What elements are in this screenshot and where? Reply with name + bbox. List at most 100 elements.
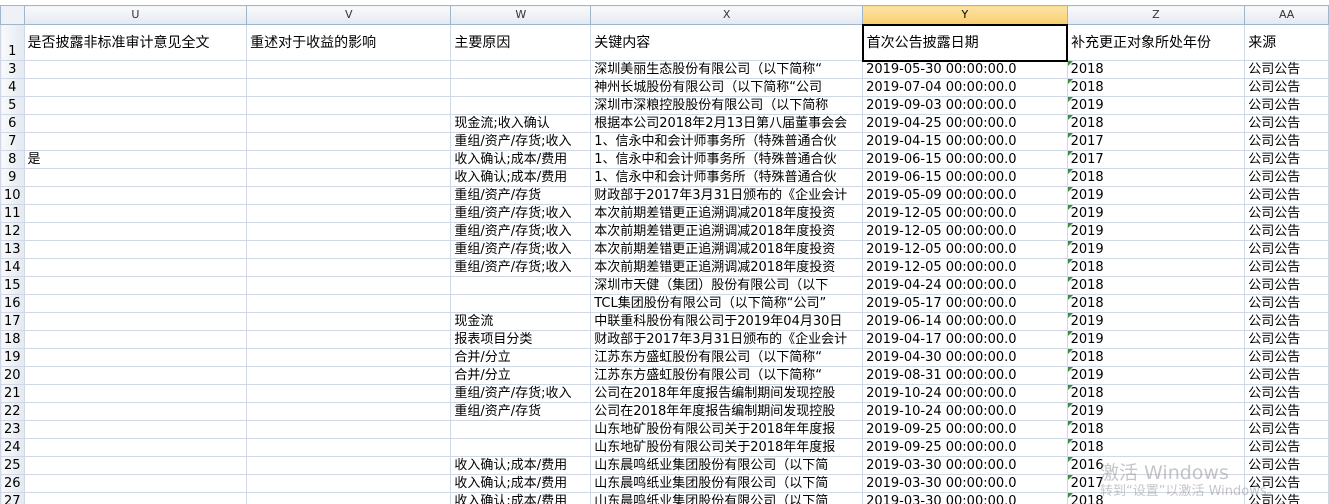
cell-y[interactable]: 2019-05-30 00:00:00.0 bbox=[862, 60, 1068, 79]
cell-y[interactable]: 2019-05-09 00:00:00.0 bbox=[862, 186, 1068, 205]
cell-v[interactable] bbox=[246, 222, 452, 241]
cell-x[interactable]: 山东地矿股份有限公司关于2018年年度报 bbox=[590, 438, 864, 457]
cell-x[interactable]: 深圳美丽生态股份有限公司（以下简称“ bbox=[590, 60, 864, 79]
cell-y[interactable]: 2019-07-04 00:00:00.0 bbox=[862, 78, 1068, 97]
cell-aa[interactable]: 公司公告 bbox=[1244, 240, 1329, 259]
cell-w[interactable] bbox=[450, 78, 592, 97]
row-header[interactable]: 10 bbox=[0, 186, 25, 205]
cell-z[interactable]: 2019 bbox=[1066, 330, 1246, 349]
cell-aa[interactable]: 公司公告 bbox=[1244, 384, 1329, 403]
cell-v[interactable] bbox=[246, 240, 452, 259]
cell-aa[interactable]: 公司公告 bbox=[1244, 186, 1329, 205]
cell-v[interactable] bbox=[246, 312, 452, 331]
cell-z[interactable]: 2019 bbox=[1066, 204, 1246, 223]
cell-aa[interactable]: 公司公告 bbox=[1244, 150, 1329, 169]
cell-v[interactable] bbox=[246, 474, 452, 493]
row-header[interactable]: 15 bbox=[0, 276, 25, 295]
cell-v[interactable] bbox=[246, 438, 452, 457]
cell-v[interactable] bbox=[246, 204, 452, 223]
cell-x[interactable]: 公司在2018年年度报告编制期间发现控股 bbox=[590, 384, 864, 403]
cell-v[interactable] bbox=[246, 60, 452, 79]
cell-z[interactable]: 2018 bbox=[1066, 78, 1246, 97]
cell-x[interactable]: 江苏东方盛虹股份有限公司（以下简称“ bbox=[590, 366, 864, 385]
column-header-v[interactable]: V bbox=[246, 5, 452, 25]
cell-y[interactable]: 2019-12-05 00:00:00.0 bbox=[862, 222, 1068, 241]
column-header-x[interactable]: X bbox=[590, 5, 864, 25]
cell-y[interactable]: 2019-09-25 00:00:00.0 bbox=[862, 420, 1068, 439]
cell-u[interactable] bbox=[23, 402, 248, 421]
cell-x[interactable]: 本次前期差错更正追溯调减2018年度投资 bbox=[590, 222, 864, 241]
cell-u1[interactable]: 是否披露非标准审计意见全文 bbox=[23, 24, 248, 61]
row-header[interactable]: 9 bbox=[0, 168, 25, 187]
cell-z1[interactable]: 补充更正对象所处年份 bbox=[1066, 24, 1246, 61]
cell-x[interactable]: TCL集团股份有限公司（以下简称“公司” bbox=[590, 294, 864, 313]
cell-v[interactable] bbox=[246, 402, 452, 421]
cell-v[interactable] bbox=[246, 168, 452, 187]
cell-x[interactable]: 深圳市天健（集团）股份有限公司（以下 bbox=[590, 276, 864, 295]
cell-z[interactable]: 2018 bbox=[1066, 60, 1246, 79]
cell-y[interactable]: 2019-10-24 00:00:00.0 bbox=[862, 384, 1068, 403]
cell-x[interactable]: 财政部于2017年3月31日颁布的《企业会计 bbox=[590, 186, 864, 205]
cell-z[interactable]: 2018 bbox=[1066, 114, 1246, 133]
cell-x[interactable]: 本次前期差错更正追溯调减2018年度投资 bbox=[590, 204, 864, 223]
row-header[interactable]: 16 bbox=[0, 294, 25, 313]
cell-w[interactable] bbox=[450, 420, 592, 439]
cell-u[interactable] bbox=[23, 438, 248, 457]
cell-u[interactable] bbox=[23, 330, 248, 349]
cell-w[interactable]: 重组/资产/存货 bbox=[450, 186, 592, 205]
cell-u[interactable] bbox=[23, 312, 248, 331]
cell-y[interactable]: 2019-04-30 00:00:00.0 bbox=[862, 348, 1068, 367]
cell-y[interactable]: 2019-04-15 00:00:00.0 bbox=[862, 132, 1068, 151]
cell-aa[interactable]: 公司公告 bbox=[1244, 258, 1329, 277]
cell-u[interactable] bbox=[23, 186, 248, 205]
cell-z[interactable]: 2019 bbox=[1066, 186, 1246, 205]
cell-y[interactable]: 2019-09-03 00:00:00.0 bbox=[862, 96, 1068, 115]
cell-x[interactable]: 根据本公司2018年2月13日第八届董事会会 bbox=[590, 114, 864, 133]
cell-w[interactable]: 重组/资产/存货 bbox=[450, 402, 592, 421]
row-header[interactable]: 6 bbox=[0, 114, 25, 133]
cell-z[interactable]: 2018 bbox=[1066, 168, 1246, 187]
cell-aa[interactable]: 公司公告 bbox=[1244, 456, 1329, 475]
cell-w[interactable]: 报表项目分类 bbox=[450, 330, 592, 349]
cell-aa[interactable]: 公司公告 bbox=[1244, 132, 1329, 151]
column-header-z[interactable]: Z bbox=[1066, 5, 1246, 25]
cell-aa[interactable]: 公司公告 bbox=[1244, 438, 1329, 457]
cell-w[interactable] bbox=[450, 96, 592, 115]
cell-z[interactable]: 2016 bbox=[1066, 456, 1246, 475]
cell-aa[interactable]: 公司公告 bbox=[1244, 330, 1329, 349]
row-header[interactable]: 22 bbox=[0, 402, 25, 421]
cell-u[interactable] bbox=[23, 168, 248, 187]
cell-w[interactable]: 收入确认;成本/费用 bbox=[450, 474, 592, 493]
cell-v[interactable] bbox=[246, 78, 452, 97]
cell-z[interactable]: 2019 bbox=[1066, 240, 1246, 259]
cell-y[interactable]: 2019-03-30 00:00:00.0 bbox=[862, 456, 1068, 475]
row-header[interactable]: 4 bbox=[0, 78, 25, 97]
cell-w[interactable]: 重组/资产/存货;收入 bbox=[450, 222, 592, 241]
row-header[interactable]: 7 bbox=[0, 132, 25, 151]
cell-x[interactable]: 本次前期差错更正追溯调减2018年度投资 bbox=[590, 240, 864, 259]
cell-aa[interactable]: 公司公告 bbox=[1244, 60, 1329, 79]
cell-x[interactable]: 1、信永中和会计师事务所（特殊普通合伙 bbox=[590, 150, 864, 169]
cell-u[interactable] bbox=[23, 60, 248, 79]
row-header[interactable]: 3 bbox=[0, 60, 25, 79]
cell-u[interactable] bbox=[23, 96, 248, 115]
row-header[interactable]: 12 bbox=[0, 222, 25, 241]
cell-u[interactable] bbox=[23, 114, 248, 133]
cell-w[interactable]: 重组/资产/存货;收入 bbox=[450, 132, 592, 151]
cell-aa[interactable]: 公司公告 bbox=[1244, 312, 1329, 331]
cell-v[interactable] bbox=[246, 294, 452, 313]
cell-w[interactable]: 重组/资产/存货;收入 bbox=[450, 204, 592, 223]
row-header[interactable]: 20 bbox=[0, 366, 25, 385]
cell-z[interactable]: 2018 bbox=[1066, 384, 1246, 403]
cell-x[interactable]: 山东地矿股份有限公司关于2018年年度报 bbox=[590, 420, 864, 439]
cell-x[interactable]: 公司在2018年年度报告编制期间发现控股 bbox=[590, 402, 864, 421]
cell-w1[interactable]: 主要原因 bbox=[450, 24, 592, 61]
row-header[interactable]: 5 bbox=[0, 96, 25, 115]
cell-x[interactable]: 山东晨鸣纸业集团股份有限公司（以下简 bbox=[590, 492, 864, 504]
cell-x[interactable]: 江苏东方盛虹股份有限公司（以下简称“ bbox=[590, 348, 864, 367]
cell-y[interactable]: 2019-03-30 00:00:00.0 bbox=[862, 492, 1068, 504]
cell-z[interactable]: 2018 bbox=[1066, 348, 1246, 367]
cell-z[interactable]: 2018 bbox=[1066, 438, 1246, 457]
cell-y[interactable]: 2019-04-25 00:00:00.0 bbox=[862, 114, 1068, 133]
row-header[interactable]: 19 bbox=[0, 348, 25, 367]
